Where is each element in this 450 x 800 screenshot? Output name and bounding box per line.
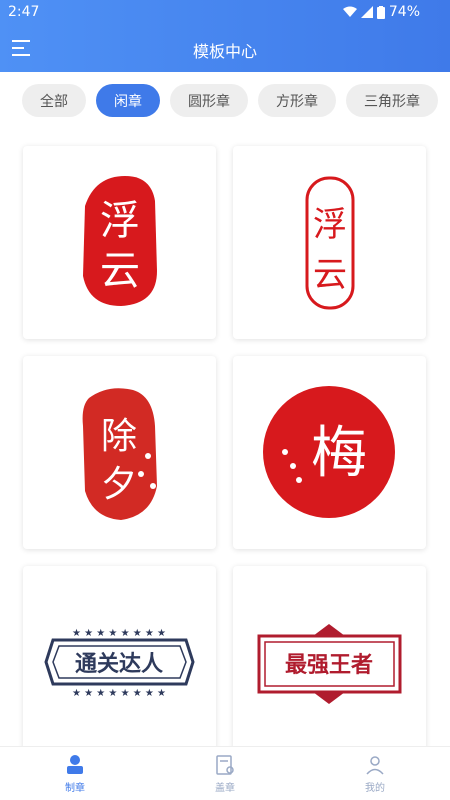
- app-header: 模板中心: [0, 26, 450, 72]
- tab-make-seal[interactable]: 制章: [0, 747, 150, 800]
- seal-preview: ★ ★ ★ ★ ★ ★ ★ ★ ★ ★ ★ ★ ★ ★ ★ ★ 通关达人: [44, 628, 195, 699]
- template-card[interactable]: 梅: [233, 356, 426, 549]
- wifi-icon: [342, 6, 357, 17]
- filter-chip-triangle[interactable]: 三角形章: [346, 84, 438, 117]
- status-bar: 2:47 74%: [0, 0, 450, 26]
- signal-icon: [360, 6, 373, 18]
- tab-label: 制章: [65, 783, 85, 794]
- template-card[interactable]: ★ ★ ★ ★ ★ ★ ★ ★ ★ ★ ★ ★ ★ ★ ★ ★ 通关达人: [23, 566, 216, 759]
- seal-char-2: 夕: [101, 464, 137, 505]
- document-stamp-icon: [216, 755, 234, 775]
- decor-stars: ★ ★ ★ ★ ★ ★ ★ ★: [72, 688, 166, 699]
- filter-chip-square[interactable]: 方形章: [258, 84, 336, 117]
- user-icon: [366, 756, 384, 775]
- category-filters: 全部 闲章 圆形章 方形章 三角形章: [22, 84, 438, 118]
- tab-label: 我的: [365, 783, 385, 794]
- seal-char-2: 云: [100, 248, 140, 294]
- tab-stamp[interactable]: 盖章: [150, 747, 300, 800]
- bottom-tabbar: 制章 盖章 我的: [0, 746, 450, 800]
- status-time: 2:47: [8, 4, 40, 20]
- seal-stamp-icon: [67, 755, 83, 774]
- seal-preview: 浮 云: [305, 176, 355, 310]
- seal-preview: 梅: [263, 386, 395, 518]
- seal-text: 最强王者: [285, 652, 373, 678]
- seal-preview: 除 夕: [82, 388, 157, 520]
- tab-profile[interactable]: 我的: [300, 747, 450, 800]
- seal-char-1: 梅: [311, 421, 367, 486]
- seal-char-1: 除: [101, 416, 137, 457]
- page-title: 模板中心: [192, 42, 257, 61]
- filter-chip-all[interactable]: 全部: [22, 84, 86, 117]
- seal-text: 通关达人: [75, 651, 163, 677]
- filter-chip-leisure[interactable]: 闲章: [96, 84, 160, 117]
- status-icons: 74%: [342, 4, 420, 20]
- seal-preview: 浮 云: [83, 176, 157, 306]
- template-card[interactable]: 除 夕: [23, 356, 216, 549]
- seal-char-1: 浮: [313, 205, 347, 245]
- filter-chip-round[interactable]: 圆形章: [170, 84, 248, 117]
- battery-icon: [376, 5, 385, 19]
- decor-stars: ★ ★ ★ ★ ★ ★ ★ ★: [72, 628, 166, 639]
- seal-char-1: 浮: [100, 198, 140, 244]
- template-card[interactable]: 浮 云: [23, 146, 216, 339]
- tab-label: 盖章: [215, 783, 235, 794]
- template-card[interactable]: 最强王者: [233, 566, 426, 759]
- seal-preview: 最强王者: [257, 624, 402, 704]
- template-card[interactable]: 浮 云: [233, 146, 426, 339]
- battery-percent: 74%: [388, 4, 420, 20]
- seal-char-2: 云: [313, 255, 347, 295]
